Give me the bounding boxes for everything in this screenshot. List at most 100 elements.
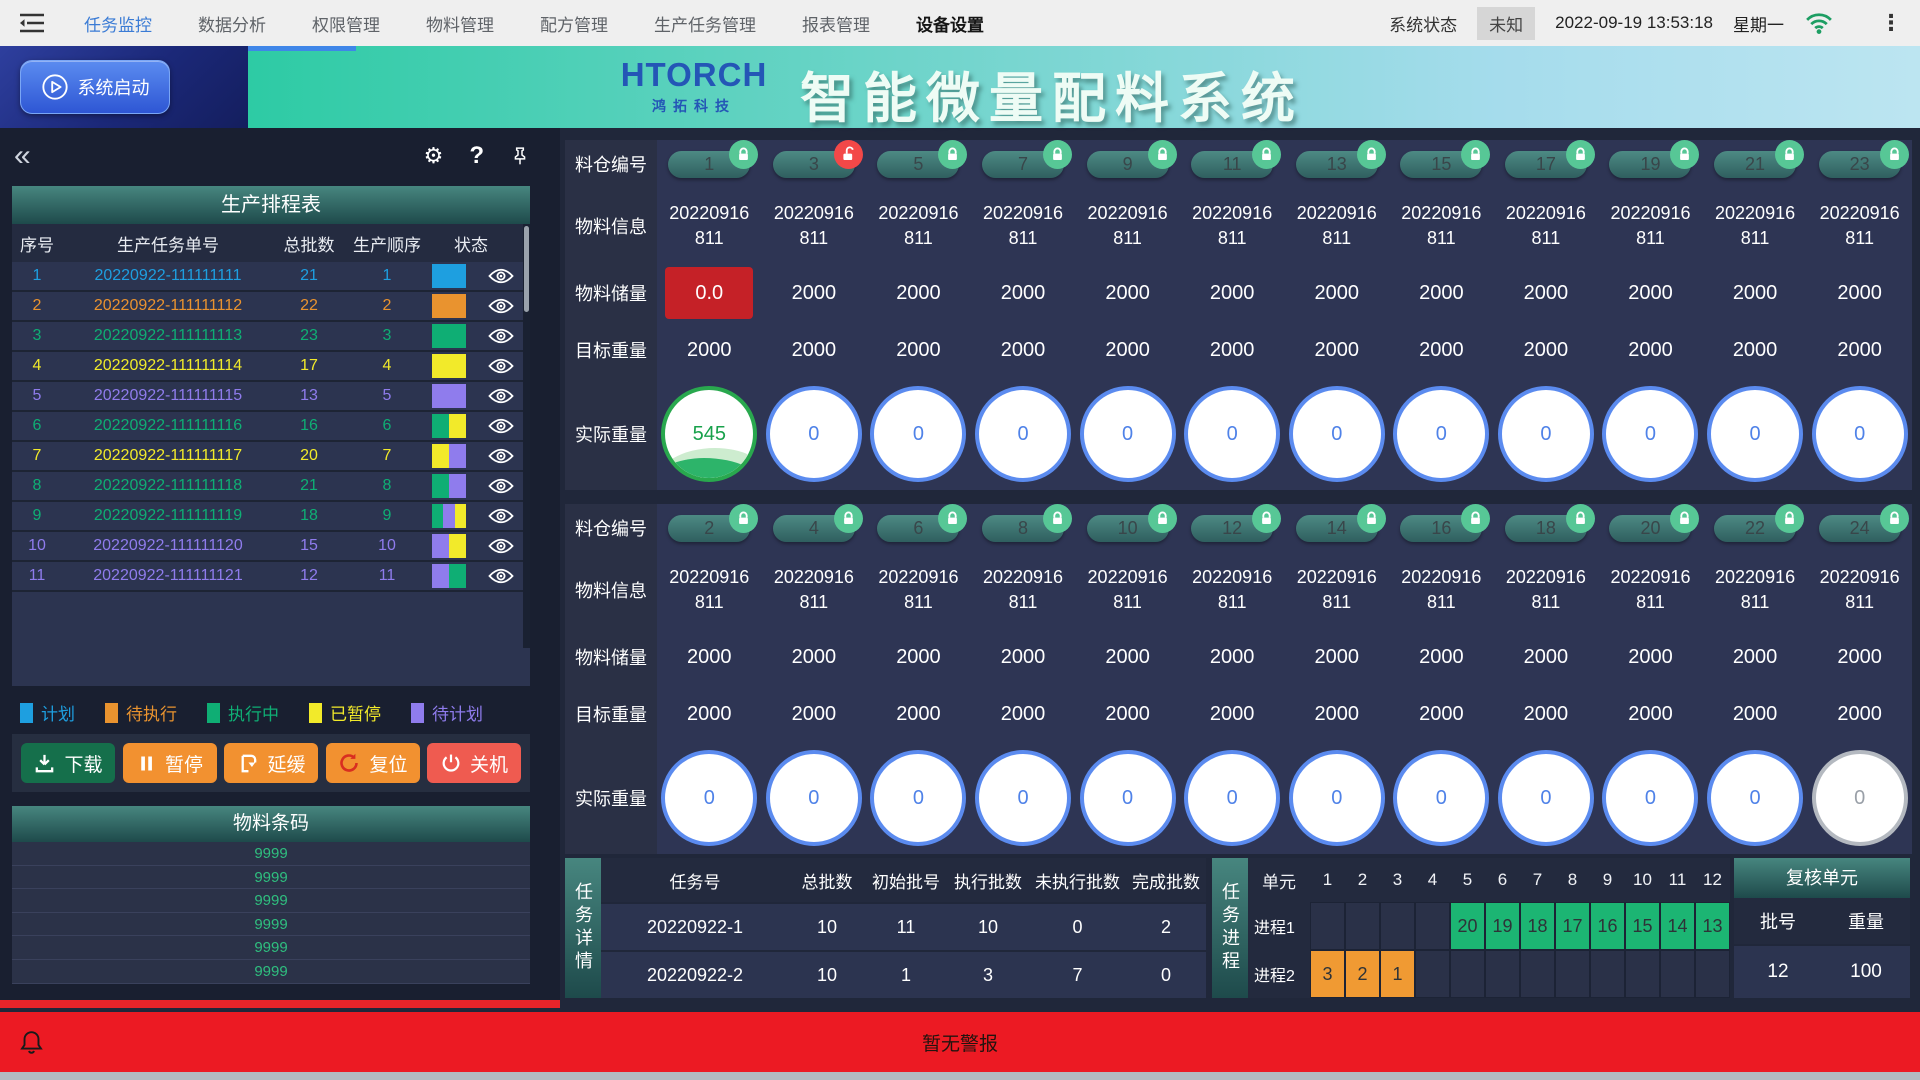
silo-id-pill[interactable]: 21 <box>1714 151 1796 178</box>
schedule-scrollbar[interactable] <box>523 224 530 648</box>
view-eye-icon[interactable] <box>488 298 514 314</box>
silo-id-pill[interactable]: 20 <box>1609 515 1691 542</box>
silo-actual-gauge[interactable]: 0 <box>1707 386 1803 482</box>
view-eye-icon[interactable] <box>488 388 514 404</box>
pause-button[interactable]: 暂停 <box>123 743 217 783</box>
lock-icon[interactable] <box>1357 504 1386 533</box>
silo-id-pill[interactable]: 2 <box>668 515 750 542</box>
silo-id-pill[interactable]: 1 <box>668 151 750 178</box>
lock-icon[interactable] <box>1566 140 1595 169</box>
view-eye-icon[interactable] <box>488 358 514 374</box>
schedule-row[interactable]: 320220922-111111113233 <box>12 322 530 352</box>
lock-icon[interactable] <box>1148 140 1177 169</box>
silo-id-pill[interactable]: 12 <box>1191 515 1273 542</box>
silo-id-pill[interactable]: 19 <box>1609 151 1691 178</box>
silo-id-pill[interactable]: 17 <box>1505 151 1587 178</box>
silo-actual-gauge[interactable]: 0 <box>870 386 966 482</box>
lock-icon[interactable] <box>1043 140 1072 169</box>
silo-id-pill[interactable]: 7 <box>982 151 1064 178</box>
silo-id-pill[interactable]: 6 <box>877 515 959 542</box>
schedule-row[interactable]: 1120220922-1111111211211 <box>12 562 530 592</box>
schedule-row[interactable]: 520220922-111111115135 <box>12 382 530 412</box>
silo-id-pill[interactable]: 18 <box>1505 515 1587 542</box>
view-eye-icon[interactable] <box>488 538 514 554</box>
view-eye-icon[interactable] <box>488 448 514 464</box>
lock-icon[interactable] <box>1252 140 1281 169</box>
silo-id-pill[interactable]: 13 <box>1296 151 1378 178</box>
pin-icon[interactable] <box>510 145 530 167</box>
silo-actual-gauge[interactable]: 0 <box>1080 750 1176 846</box>
lock-icon[interactable] <box>729 140 758 169</box>
lock-icon[interactable] <box>1357 140 1386 169</box>
silo-id-pill[interactable]: 24 <box>1819 515 1901 542</box>
silo-actual-gauge[interactable]: 0 <box>1812 386 1908 482</box>
view-eye-icon[interactable] <box>488 418 514 434</box>
silo-id-pill[interactable]: 16 <box>1400 515 1482 542</box>
silo-id-pill[interactable]: 22 <box>1714 515 1796 542</box>
silo-actual-gauge[interactable]: 0 <box>1184 386 1280 482</box>
nav-item-5[interactable]: 配方管理 <box>540 11 608 36</box>
silo-actual-gauge[interactable]: 545 <box>661 386 757 482</box>
silo-id-pill[interactable]: 23 <box>1819 151 1901 178</box>
silo-id-pill[interactable]: 10 <box>1087 515 1169 542</box>
task-detail-row[interactable]: 20220922-110111002 <box>601 902 1206 950</box>
schedule-row[interactable]: 920220922-111111119189 <box>12 502 530 532</box>
silo-id-pill[interactable]: 14 <box>1296 515 1378 542</box>
silo-actual-gauge[interactable]: 0 <box>1289 386 1385 482</box>
silo-actual-gauge[interactable]: 0 <box>1812 750 1908 846</box>
silo-id-pill[interactable]: 3 <box>773 151 855 178</box>
collapse-panel-icon[interactable]: « <box>14 141 31 171</box>
reset-button[interactable]: 复位 <box>326 743 420 783</box>
lock-icon[interactable] <box>938 140 967 169</box>
silo-actual-gauge[interactable]: 0 <box>766 386 862 482</box>
lock-icon[interactable] <box>1670 504 1699 533</box>
settings-gear-icon[interactable]: ⚙ <box>424 145 444 167</box>
lock-icon[interactable] <box>729 504 758 533</box>
silo-id-pill[interactable]: 9 <box>1087 151 1169 178</box>
silo-actual-gauge[interactable]: 0 <box>1289 750 1385 846</box>
menu-fold-icon[interactable] <box>18 11 46 35</box>
delay-button[interactable]: 延缓 <box>224 743 318 783</box>
nav-item-1[interactable]: 任务监控 <box>84 11 152 36</box>
lock-icon[interactable] <box>1148 504 1177 533</box>
download-button[interactable]: 下载 <box>21 743 115 783</box>
nav-item-7[interactable]: 报表管理 <box>802 11 870 36</box>
schedule-row[interactable]: 220220922-111111112222 <box>12 292 530 322</box>
wifi-icon[interactable] <box>1804 11 1834 35</box>
task-detail-row[interactable]: 20220922-2101370 <box>601 950 1206 998</box>
help-icon[interactable]: ? <box>469 145 484 167</box>
lock-icon[interactable] <box>1461 140 1490 169</box>
view-eye-icon[interactable] <box>488 568 514 584</box>
lock-icon[interactable] <box>1775 140 1804 169</box>
nav-item-8[interactable]: 设备设置 <box>916 11 984 36</box>
silo-id-pill[interactable]: 8 <box>982 515 1064 542</box>
lock-icon[interactable] <box>834 504 863 533</box>
silo-actual-gauge[interactable]: 0 <box>1498 750 1594 846</box>
silo-id-pill[interactable]: 4 <box>773 515 855 542</box>
schedule-row[interactable]: 720220922-111111117207 <box>12 442 530 472</box>
unlock-icon[interactable] <box>834 140 863 169</box>
schedule-row[interactable]: 620220922-111111116166 <box>12 412 530 442</box>
lock-icon[interactable] <box>1566 504 1595 533</box>
lock-icon[interactable] <box>1775 504 1804 533</box>
view-eye-icon[interactable] <box>488 478 514 494</box>
view-eye-icon[interactable] <box>488 508 514 524</box>
lock-icon[interactable] <box>1252 504 1281 533</box>
schedule-row[interactable]: 820220922-111111118218 <box>12 472 530 502</box>
overflow-menu-icon[interactable]: ⋮ <box>1880 10 1902 36</box>
silo-actual-gauge[interactable]: 0 <box>1393 750 1489 846</box>
silo-id-pill[interactable]: 5 <box>877 151 959 178</box>
silo-actual-gauge[interactable]: 0 <box>870 750 966 846</box>
schedule-row[interactable]: 420220922-111111114174 <box>12 352 530 382</box>
schedule-row[interactable]: 120220922-111111111211 <box>12 262 530 292</box>
power-button[interactable]: 关机 <box>427 743 521 783</box>
system-start-button[interactable]: 系统启动 <box>20 60 170 114</box>
silo-actual-gauge[interactable]: 0 <box>1393 386 1489 482</box>
nav-item-4[interactable]: 物料管理 <box>426 11 494 36</box>
lock-icon[interactable] <box>1043 504 1072 533</box>
lock-icon[interactable] <box>1880 504 1909 533</box>
lock-icon[interactable] <box>1880 140 1909 169</box>
lock-icon[interactable] <box>1670 140 1699 169</box>
silo-actual-gauge[interactable]: 0 <box>1080 386 1176 482</box>
view-eye-icon[interactable] <box>488 268 514 284</box>
